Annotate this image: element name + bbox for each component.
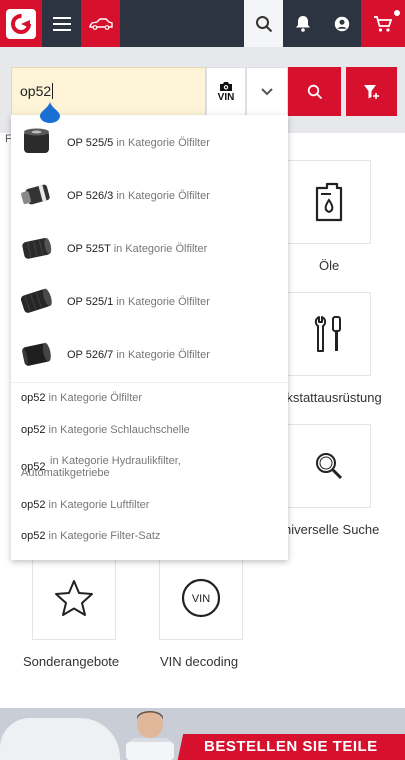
search-icon [255,15,272,32]
keyword-text: op52 [21,424,46,436]
mechanic-image [126,711,174,760]
product-category: in Kategorie Ölfilter [116,137,210,149]
product-name: OP 525T [67,243,111,255]
product-suggestion[interactable]: OP 526/7 in Kategorie Ölfilter [11,329,288,382]
product-category: in Kategorie Ölfilter [116,349,210,361]
chevron-down-icon [261,87,273,95]
search-submit-button[interactable] [288,67,341,116]
logo-icon [6,8,36,39]
oil-filter-image [20,288,52,313]
suggestions-divider [11,382,288,383]
product-suggestion[interactable]: OP 525/5 in Kategorie Ölfilter [11,117,288,170]
vin-camera-button[interactable]: VIN [206,67,246,116]
category-label-oils[interactable]: Öle [319,258,339,273]
banner-cta-text[interactable]: BESTELLEN SIE TEILE [204,738,378,755]
product-category: in Kategorie Ölfilter [116,190,210,202]
category-tile-vin-decoding[interactable]: VIN [159,556,243,640]
search-icon [307,84,322,99]
product-name: OP 525/5 [67,137,114,149]
keyword-category: in Kategorie Ölfilter [48,392,143,404]
menu-button[interactable] [42,0,81,47]
top-navbar [0,0,405,47]
keyword-suggestion[interactable]: op52 in Kategorie Schlauchschelle [21,424,190,436]
search-icon [316,453,343,480]
car-image [0,718,120,760]
account-button[interactable] [322,0,361,47]
tools-icon [314,316,341,352]
search-toggle-button[interactable] [244,0,283,47]
keyword-text: op52 [21,499,46,511]
bell-icon [295,16,310,32]
camera-icon [220,81,232,91]
category-label-universal-search[interactable]: niverselle Suche [284,522,379,537]
cart-button[interactable] [361,0,405,47]
keyword-category: in Kategorie Hydraulikfilter, [50,455,181,467]
product-category: in Kategorie Ölfilter [116,296,210,308]
user-icon [334,16,349,31]
menu-icon [52,16,71,31]
product-category: in Kategorie Ölfilter [113,243,208,255]
category-tile-oils[interactable] [287,160,371,244]
my-cars-button[interactable] [81,0,120,47]
star-icon [55,580,93,616]
oil-filter-image [22,238,52,259]
vin-label: VIN [217,91,235,103]
product-suggestion[interactable]: OP 525T in Kategorie Ölfilter [11,223,288,276]
category-label-special-offers[interactable]: Sonderangebote [23,654,119,669]
text-cursor [52,83,54,99]
keyword-suggestion[interactable]: op52 in Kategorie Filter-Satz [21,530,160,542]
keyword-category: in Kategorie Luftfilter [48,499,150,511]
category-tile-workshop[interactable] [287,292,371,376]
notifications-button[interactable] [283,0,322,47]
filter-button[interactable] [346,67,397,116]
category-tile-universal-search[interactable] [287,424,371,508]
product-name: OP 525/1 [67,296,114,308]
keyword-suggestion[interactable]: op52 in Kategorie Luftfilter [21,499,149,511]
oil-filter-image [22,342,51,366]
autocomplete-dropdown: OP 525/5 in Kategorie Ölfilter OP 526/3 … [11,115,288,560]
svg-text:VIN: VIN [192,593,210,605]
category-label-vin-decoding[interactable]: VIN decoding [160,654,238,669]
oil-filter-image [21,184,50,205]
product-suggestion[interactable]: OP 525/1 in Kategorie Ölfilter [11,276,288,329]
cart-badge [394,10,400,16]
product-name: OP 526/3 [67,190,114,202]
keyword-category: in Kategorie Filter-Satz [48,530,161,542]
keyword-text: op52 [21,392,46,404]
filter-icon [363,84,379,99]
oil-filter-image [24,128,49,153]
keyword-text: op52 [21,530,46,542]
car-icon [88,17,113,30]
cart-icon [374,15,393,32]
product-name: OP 526/7 [67,349,114,361]
keyword-category: in Kategorie Schlauchschelle [48,424,190,436]
keyword-suggestion[interactable]: op52 in Kategorie Ölfilter [21,392,142,404]
search-input-value[interactable]: op52 [20,83,54,99]
logo[interactable] [0,0,42,47]
oil-can-icon [315,182,343,222]
product-suggestion[interactable]: OP 526/3 in Kategorie Ölfilter [11,170,288,223]
category-tile-special-offers[interactable] [32,556,116,640]
keyword-category-cont: Automatikgetriebe [21,467,110,479]
vin-icon: VIN [181,578,221,618]
search-dropdown-button[interactable] [246,67,288,116]
text-selection-handle[interactable] [40,101,60,123]
category-label-workshop[interactable]: rkstattausrüstung [282,390,382,405]
